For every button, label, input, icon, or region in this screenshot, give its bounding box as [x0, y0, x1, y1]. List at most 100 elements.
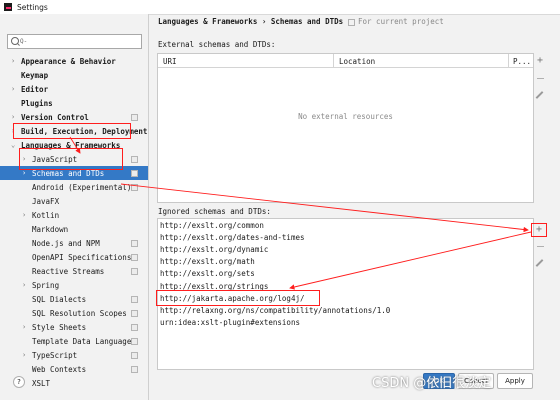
list-item[interactable]: http://exslt.org/common	[160, 221, 264, 230]
column-location[interactable]: Location	[339, 57, 375, 66]
chevron-right-icon[interactable]: ›	[22, 169, 26, 177]
sidebar-item-label: Style Sheets	[32, 322, 87, 332]
list-item[interactable]: http://exslt.org/math	[160, 257, 255, 266]
list-item[interactable]: http://exslt.org/dynamic	[160, 245, 268, 254]
sidebar-item-label: XSLT	[32, 378, 51, 388]
sidebar-item-label: Spring	[32, 280, 60, 290]
sidebar-item[interactable]: › Version Control	[0, 110, 148, 124]
sidebar-item[interactable]: Node.js and NPM	[0, 236, 148, 250]
sidebar-item[interactable]: › Style Sheets	[0, 320, 148, 334]
csdn-watermark: CSDN @依旧很淡定	[372, 376, 492, 391]
chevron-right-icon[interactable]: ›	[11, 85, 15, 93]
search-icon	[11, 37, 19, 45]
add-ignored-button[interactable]: +	[531, 223, 547, 237]
sidebar-item[interactable]: JavaFX	[0, 194, 148, 208]
sidebar-item-label: Android (Experimental)	[32, 182, 132, 192]
sidebar-item-label: SQL Resolution Scopes	[32, 308, 127, 318]
project-scope-icon	[131, 351, 138, 359]
annotation-box-schemas	[19, 148, 123, 170]
list-item[interactable]: http://exslt.org/dates-and-times	[160, 233, 305, 242]
external-section-title: External schemas and DTDs:	[158, 40, 276, 49]
project-scope-icon	[131, 323, 138, 331]
chevron-right-icon[interactable]: ›	[11, 113, 15, 121]
sidebar-item-label: JavaFX	[32, 196, 60, 206]
sidebar-item[interactable]: Web Contexts	[0, 362, 148, 376]
sidebar-item[interactable]: › Kotlin	[0, 208, 148, 222]
project-scope-icon	[131, 239, 138, 247]
settings-sidebar: Q- › Appearance & Behavior Keymap › Editor Pl…	[0, 14, 149, 400]
chevron-down-icon[interactable]: ⌄	[11, 141, 15, 149]
sidebar-item[interactable]: › Appearance & Behavior	[0, 54, 148, 68]
project-scope-icon	[131, 337, 138, 345]
sidebar-item-label: Template Data Languages	[32, 336, 136, 346]
remove-ignored-button[interactable]	[537, 246, 544, 247]
sidebar-item[interactable]: Plugins	[0, 96, 148, 110]
project-icon	[348, 18, 355, 26]
intellij-logo-icon	[3, 2, 13, 12]
list-item[interactable]: urn:idea:xslt-plugin#extensions	[160, 318, 300, 327]
project-scope-icon	[131, 253, 138, 261]
sidebar-item-label: Plugins	[21, 98, 53, 108]
external-schemas-table[interactable]: URI Location P... No external resources	[157, 53, 534, 203]
project-scope-note: For current project	[348, 17, 444, 26]
sidebar-item-label: Keymap	[21, 70, 49, 80]
project-scope-icon	[131, 365, 138, 373]
project-scope-icon	[131, 267, 138, 275]
project-scope-icon	[131, 155, 138, 163]
project-scope-icon	[131, 113, 138, 121]
breadcrumb: Languages & Frameworks › Schemas and DTD…	[158, 17, 344, 26]
sidebar-item-label: Editor	[21, 84, 49, 94]
sidebar-item[interactable]: › Spring	[0, 278, 148, 292]
chevron-right-icon[interactable]: ›	[22, 351, 26, 359]
sidebar-item[interactable]: Markdown	[0, 222, 148, 236]
sidebar-item-label: Reactive Streams	[32, 266, 105, 276]
empty-state-text: No external resources	[298, 112, 393, 121]
edit-ignored-icon[interactable]	[535, 259, 544, 267]
help-button[interactable]: ?	[13, 376, 25, 388]
search-input[interactable]: Q-	[7, 34, 142, 49]
project-scope-label: For current project	[358, 17, 444, 26]
edit-external-icon[interactable]	[535, 91, 544, 99]
sidebar-item[interactable]: SQL Resolution Scopes	[0, 306, 148, 320]
column-project[interactable]: P...	[513, 57, 531, 66]
chevron-right-icon[interactable]: ›	[11, 57, 15, 65]
chevron-right-icon[interactable]: ›	[22, 281, 26, 289]
sidebar-item-label: Markdown	[32, 224, 69, 234]
sidebar-item-label: Kotlin	[32, 210, 60, 220]
sidebar-item[interactable]: SQL Dialects	[0, 292, 148, 306]
sidebar-item-label: SQL Dialects	[32, 294, 87, 304]
project-scope-icon	[131, 309, 138, 317]
annotation-box-languages	[13, 123, 131, 139]
project-scope-icon	[131, 169, 138, 177]
sidebar-item-label: Version Control	[21, 112, 89, 122]
sidebar-item-label: Node.js and NPM	[32, 238, 100, 248]
sidebar-item-label: Appearance & Behavior	[21, 56, 116, 66]
apply-button[interactable]: Apply	[497, 373, 533, 389]
sidebar-item[interactable]: Template Data Languages	[0, 334, 148, 348]
list-item[interactable]: http://relaxng.org/ns/compatibility/anno…	[160, 306, 390, 315]
sidebar-item[interactable]: Android (Experimental)	[0, 180, 148, 194]
sidebar-item[interactable]: › TypeScript	[0, 348, 148, 362]
sidebar-item[interactable]: Keymap	[0, 68, 148, 82]
window-title: Settings	[17, 2, 48, 12]
chevron-right-icon[interactable]: ›	[22, 211, 26, 219]
sidebar-item[interactable]: › Editor	[0, 82, 148, 96]
sidebar-item-label: TypeScript	[32, 350, 78, 360]
column-uri[interactable]: URI	[163, 57, 177, 66]
ignored-section-title: Ignored schemas and DTDs:	[158, 207, 271, 216]
column-separator	[333, 54, 334, 67]
sidebar-item[interactable]: Reactive Streams	[0, 264, 148, 278]
column-separator	[508, 54, 509, 67]
chevron-right-icon[interactable]: ›	[22, 323, 26, 331]
sidebar-item[interactable]: OpenAPI Specifications	[0, 250, 148, 264]
list-item[interactable]: http://exslt.org/sets	[160, 269, 255, 278]
search-placeholder: Q-	[20, 38, 28, 45]
table-header: URI Location P...	[158, 54, 533, 68]
annotation-box-log4j	[156, 290, 320, 306]
remove-external-button[interactable]	[537, 78, 544, 79]
sidebar-item-label: OpenAPI Specifications	[32, 252, 132, 262]
add-external-button[interactable]: +	[533, 55, 547, 67]
project-scope-icon	[131, 295, 138, 303]
project-scope-icon	[131, 183, 138, 191]
sidebar-item-label: Web Contexts	[32, 364, 87, 374]
